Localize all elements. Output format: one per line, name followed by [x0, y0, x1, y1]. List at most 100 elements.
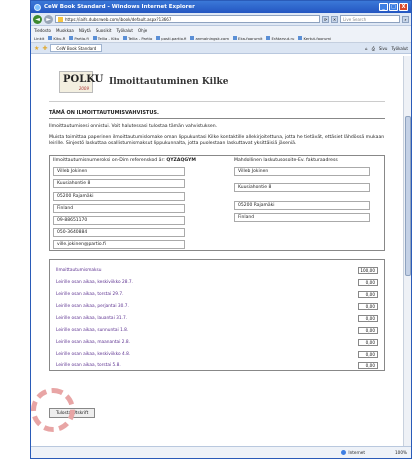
- link-item[interactable]: Partio.fi: [69, 36, 89, 41]
- ie-logo-icon: [34, 3, 41, 11]
- link-icon: [190, 36, 195, 40]
- link-icon: [298, 36, 303, 40]
- name-field[interactable]: Villeb Jokinen: [53, 167, 185, 176]
- fee-value[interactable]: 100,00: [358, 267, 378, 274]
- logo-sub: 2009: [78, 85, 89, 91]
- search-input[interactable]: Live Search: [340, 15, 400, 23]
- phone-field[interactable]: 09-88651170: [53, 216, 185, 225]
- maximize-button[interactable]: □: [389, 3, 398, 11]
- fee-value[interactable]: 0,00: [358, 291, 378, 298]
- page-menu[interactable]: Sivu: [379, 46, 388, 51]
- tools-menu[interactable]: Työkalut: [391, 46, 408, 51]
- command-bar: ⌂ ⎙ Sivu Työkalut: [365, 46, 408, 51]
- billing-name-field[interactable]: Villeb Jokinen: [234, 167, 370, 176]
- close-button[interactable]: X: [399, 3, 408, 11]
- fee-value[interactable]: 0,00: [358, 362, 378, 369]
- link-icon: [69, 36, 74, 40]
- link-item[interactable]: Tellia - Kiku: [92, 36, 119, 41]
- menu-file[interactable]: Tiedosto: [34, 28, 51, 33]
- fee-value[interactable]: 0,00: [358, 327, 378, 334]
- menu-help[interactable]: Ohje: [138, 28, 147, 33]
- home-icon[interactable]: ⌂: [365, 46, 368, 51]
- title-bar: CeW Book Standard - Windows Internet Exp…: [31, 1, 411, 13]
- link-icon: [156, 36, 161, 40]
- fee-row: Leirille osan aikaa, perjantai 30.7. 0,00: [56, 302, 378, 311]
- menu-bar: Tiedosto Muokkaa Näytä Suosikit Työkalut…: [31, 26, 411, 34]
- page-title: Ilmoittautuminen Kilke: [109, 76, 229, 87]
- link-item[interactable]: Kiku-R: [48, 36, 65, 41]
- link-item[interactable]: Eka-foorumit: [233, 36, 262, 41]
- page-body: POLKU 2009 Ilmoittautuminen Kilke TÄMÄ O…: [49, 62, 385, 418]
- zoom-level[interactable]: 100%: [395, 450, 407, 455]
- menu-view[interactable]: Näytä: [79, 28, 91, 33]
- window-title: CeW Book Standard - Windows Internet Exp…: [44, 4, 195, 10]
- street-field[interactable]: Kuusiahontie 8: [53, 179, 185, 188]
- status-bar: Internet 100%: [31, 446, 411, 458]
- fee-row: Leirille osan aikaa, torstai 5.8. 0,00: [56, 361, 378, 370]
- add-favorite-icon[interactable]: ✚: [42, 45, 47, 52]
- link-icon: [123, 36, 128, 40]
- print-button[interactable]: Tulosta-Utskrift: [49, 408, 96, 418]
- search-icon[interactable]: ⌕: [402, 15, 409, 23]
- page-icon: [58, 16, 63, 22]
- registration-details: Ilmoittautumisnumeroksi on-Dim referensk…: [49, 155, 385, 251]
- links-bar: Linkit Kiku-R Partio.fi Tellia - Kiku Te…: [31, 34, 411, 43]
- scrollbar-thumb[interactable]: [405, 116, 411, 276]
- fee-value[interactable]: 0,00: [358, 279, 378, 286]
- email-field[interactable]: ville.jokinen@partio.fi: [53, 240, 185, 249]
- tabs-bar: ★ ✚ CeW Book Standard ⌂ ⎙ Sivu Työkalut: [31, 43, 411, 54]
- menu-edit[interactable]: Muokkaa: [56, 28, 74, 33]
- fee-row: Leirille osan aikaa, maanantai 2.8. 0,00: [56, 338, 378, 347]
- menu-favorites[interactable]: Suosikit: [96, 28, 112, 33]
- link-item[interactable]: Erätarvut.ru: [266, 36, 294, 41]
- link-item[interactable]: posti.partio.fi: [156, 36, 186, 41]
- links-label: Linkit: [34, 35, 45, 41]
- reference-code: QYZAQGYM: [166, 158, 196, 163]
- link-icon: [233, 36, 238, 40]
- fee-row: Leirille osan aikaa, lauantai 31.7. 0,00: [56, 314, 378, 323]
- fee-row: Ilmoittautumismaksu 100,00: [56, 266, 378, 275]
- zone-label: Internet: [348, 450, 366, 455]
- page-content: POLKU 2009 Ilmoittautuminen Kilke TÄMÄ O…: [31, 56, 411, 446]
- postal-field[interactable]: 05200 Rajamäki: [53, 192, 185, 201]
- billing-country-field[interactable]: Finland: [234, 213, 370, 222]
- fee-row: Leirille osan aikaa, keskiviikko 28.7. 0,…: [56, 278, 378, 287]
- url-input[interactable]: https://iaifs.dubsrweb.com/ibook/default…: [55, 15, 320, 23]
- billing-address-label: Mahdollinen laskutusosoite-Ev. fakturaad…: [234, 158, 338, 163]
- favorites-star-icon[interactable]: ★: [34, 45, 39, 52]
- globe-icon: [341, 450, 347, 455]
- fees-list: Ilmoittautumismaksu 100,00 Leirille osan …: [49, 259, 385, 371]
- fee-value[interactable]: 0,00: [358, 351, 378, 358]
- minimize-button[interactable]: _: [379, 3, 388, 11]
- link-icon: [48, 36, 53, 40]
- url-text: https://iaifs.dubsrweb.com/ibook/default…: [65, 16, 172, 22]
- vertical-scrollbar[interactable]: [403, 56, 411, 446]
- country-field[interactable]: Finland: [53, 204, 185, 213]
- tab-active[interactable]: CeW Book Standard: [50, 44, 103, 52]
- link-item[interactable]: anmalningsk.com: [190, 36, 229, 41]
- billing-street-field[interactable]: Kuusiahontie 8: [234, 183, 370, 192]
- link-icon: [92, 36, 97, 40]
- mobile-field[interactable]: 050-3640884: [53, 228, 185, 237]
- fee-value[interactable]: 0,00: [358, 315, 378, 322]
- fee-value[interactable]: 0,00: [358, 339, 378, 346]
- fee-value[interactable]: 0,00: [358, 303, 378, 310]
- fee-row: Leirille osan aikaa, torstai 29.7. 0,00: [56, 290, 378, 299]
- confirm-text: Ilmoittautumisesi onnistui. Voit halutes…: [49, 124, 218, 129]
- menu-tools[interactable]: Työkalut: [116, 28, 133, 33]
- logo-text: POLKU: [63, 73, 104, 85]
- browser-window: CeW Book Standard - Windows Internet Exp…: [30, 0, 412, 459]
- link-item[interactable]: Tellia - Partio: [123, 36, 152, 41]
- billing-postal-field[interactable]: 05200 Rajamäki: [234, 201, 370, 210]
- link-item[interactable]: Kertut-foorumi: [298, 36, 331, 41]
- refresh-icon[interactable]: ⟳: [322, 15, 329, 23]
- back-button[interactable]: ◄: [33, 14, 42, 24]
- print-icon[interactable]: ⎙: [372, 46, 375, 51]
- fee-row: Leirille osan aikaa, keskiviikko 4.8. 0,0…: [56, 350, 378, 359]
- link-icon: [266, 36, 271, 40]
- stop-icon[interactable]: ✕: [331, 15, 338, 23]
- forward-button[interactable]: ►: [44, 14, 53, 24]
- confirm-heading: TÄMÄ ON ILMOITTAUTUMISVAHVISTUS.: [49, 110, 385, 119]
- security-zone: Internet: [341, 450, 365, 455]
- instructions-text: Muista toimittaa paperinen ilmoittautumi…: [49, 135, 385, 146]
